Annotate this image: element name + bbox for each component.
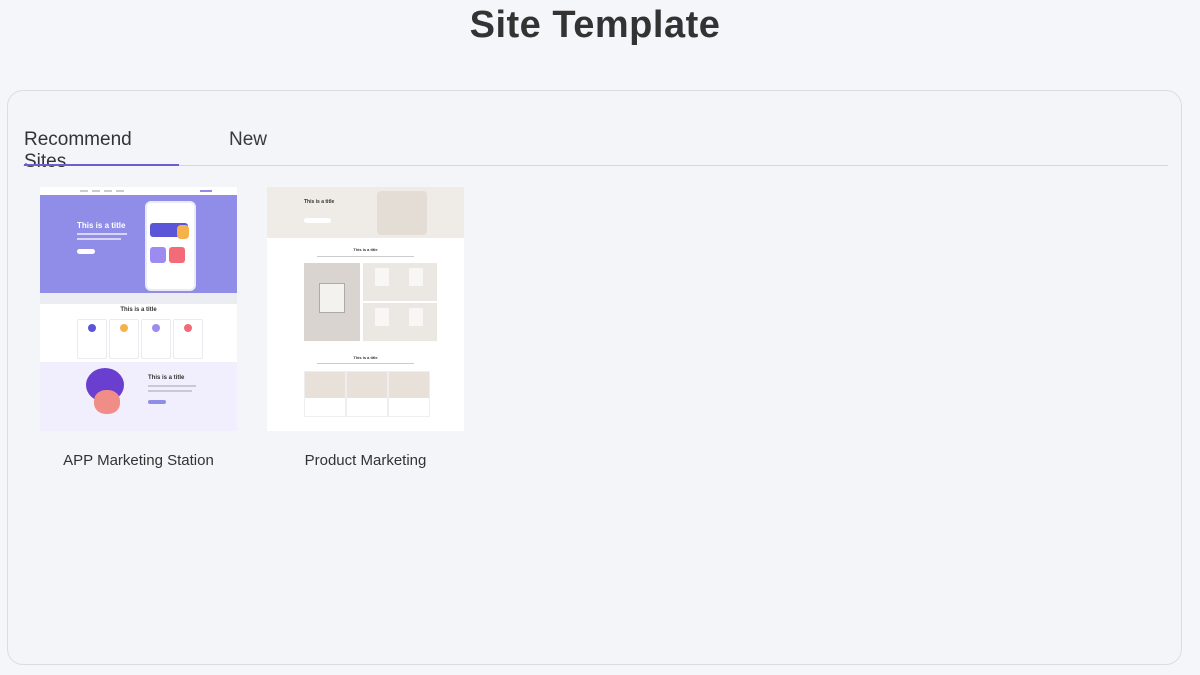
thumbnail-hero-title: This is a title — [77, 221, 126, 230]
templates-panel: Recommend Sites New This is a title This… — [7, 90, 1182, 665]
thumbnail-hero: This is a title — [40, 195, 237, 293]
template-label[interactable]: APP Marketing Station — [40, 452, 237, 469]
thumbnail-hero-button — [77, 249, 95, 254]
tab-bar: Recommend Sites New — [23, 129, 1168, 172]
thumbnail-feature-title: This is a title — [148, 375, 185, 381]
template-thumbnail[interactable]: This is a title This is a title This is … — [267, 187, 464, 431]
thumbnail-section-title: This is a title — [353, 247, 378, 252]
thumbnail-section-title: This is a title — [120, 307, 157, 313]
thumbnail-section2-title: This is a title — [353, 355, 378, 360]
phone-mockup — [145, 201, 196, 291]
thumbnail-hero-title: This is a title — [304, 199, 335, 205]
chair-image — [377, 191, 427, 235]
thumbnail-features: This is a title — [40, 304, 237, 362]
thumbnail-hero: This is a title — [267, 187, 464, 238]
page-title: Site Template — [469, 4, 721, 46]
tab-recommend-sites[interactable]: Recommend Sites — [24, 129, 179, 172]
thumbnail-nav — [40, 187, 237, 195]
product-image-large — [304, 263, 360, 341]
template-thumbnail[interactable]: This is a title This is a title This is — [40, 187, 237, 431]
thumbnail-logo-strip — [40, 293, 237, 304]
tab-new[interactable]: New — [229, 129, 274, 165]
template-label[interactable]: Product Marketing — [267, 452, 464, 469]
thumbnail-feature-band: This is a title — [40, 362, 237, 431]
template-card-product-marketing[interactable]: This is a title This is a title This is … — [267, 187, 464, 469]
template-card-app-marketing[interactable]: This is a title This is a title This is — [40, 187, 237, 469]
